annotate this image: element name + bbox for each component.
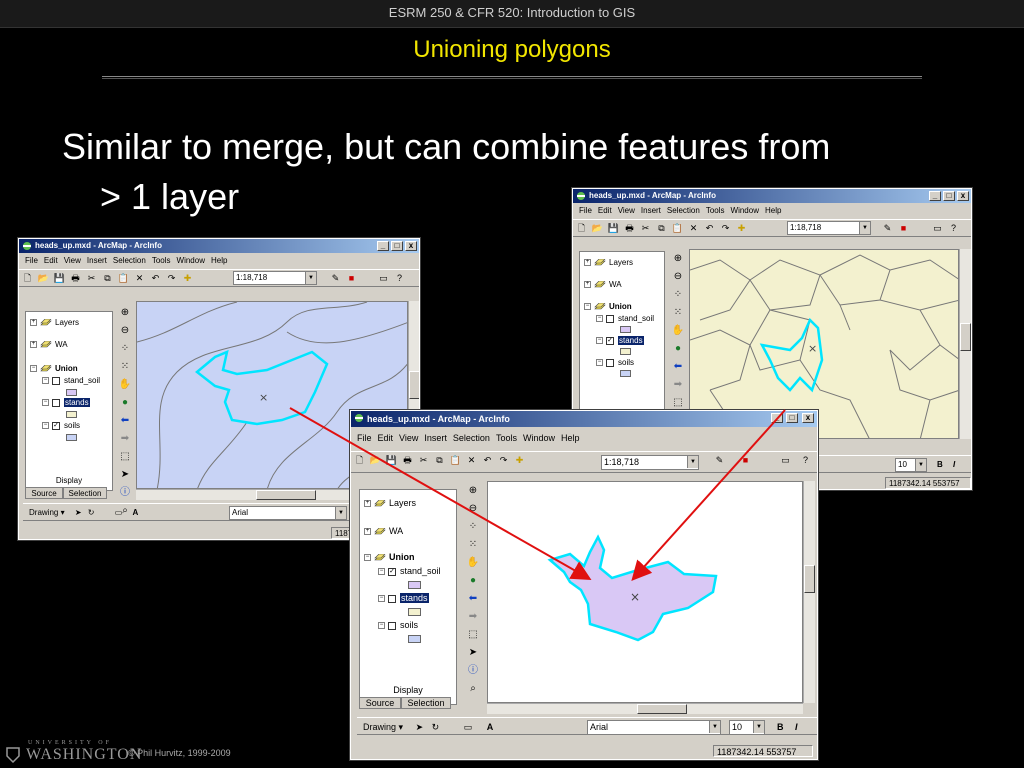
annotation-arrows [289,407,786,581]
footer-washington: WASHINGTON [26,746,143,763]
university-logo: UNIVERSITY OF WASHINGTON [4,740,142,764]
arrow-from-stands [631,409,786,581]
arrow-from-soils [289,407,592,580]
copyright: © Phil Hurvitz, 1999-2009 [128,748,231,758]
uw-logo-icon [6,747,20,764]
